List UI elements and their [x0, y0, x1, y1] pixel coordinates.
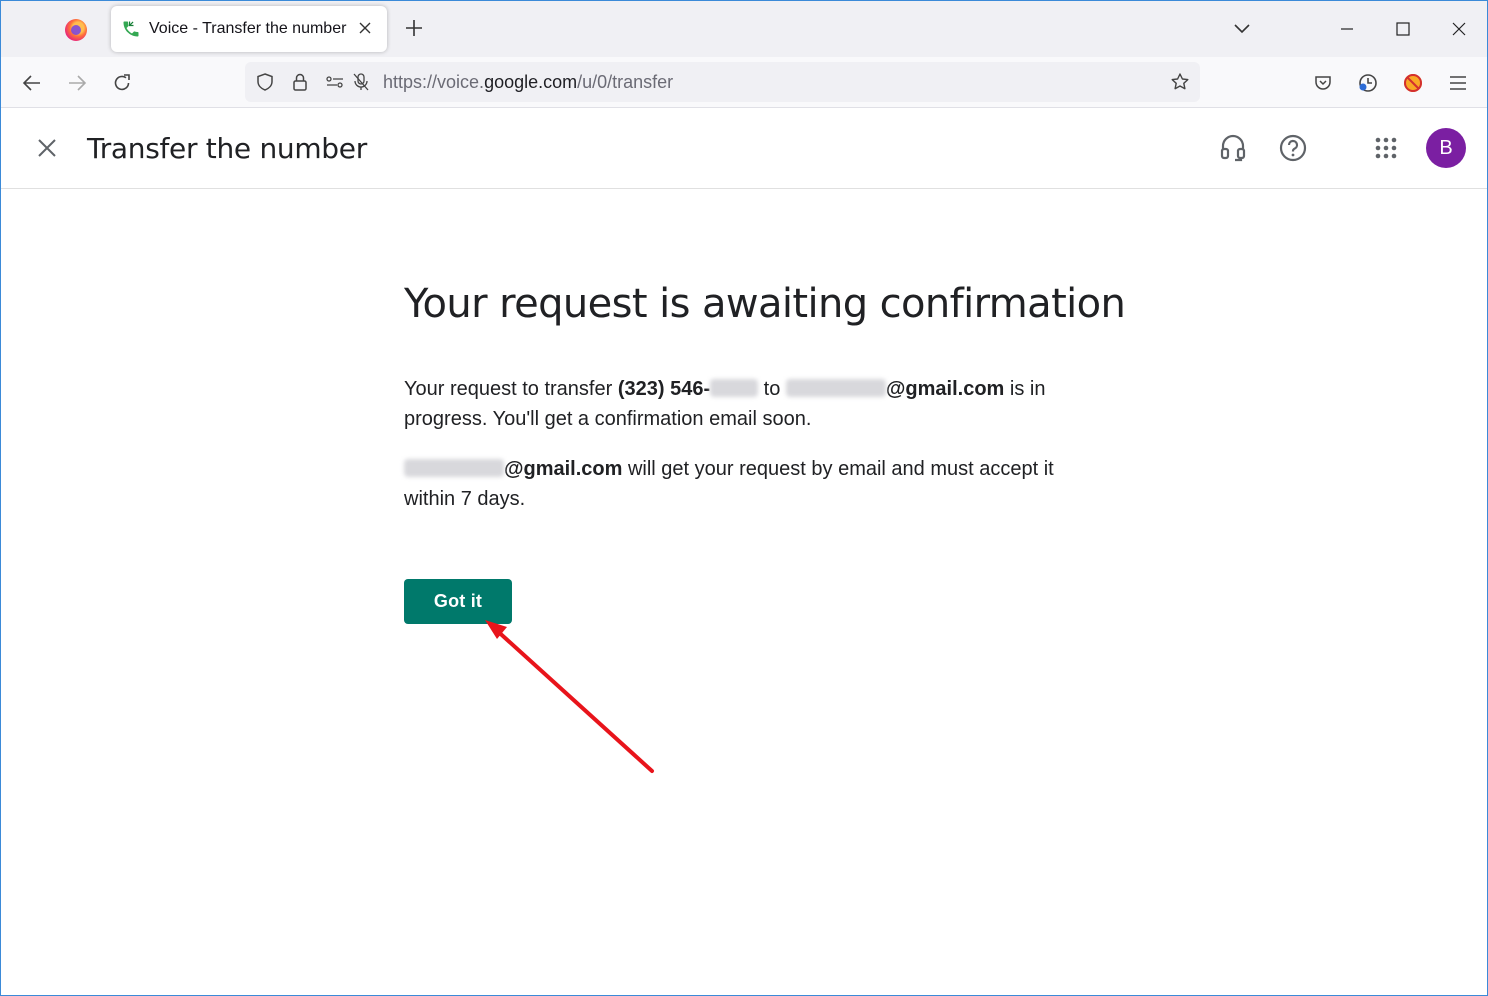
- app-header: Transfer the number B: [1, 108, 1487, 189]
- microphone-blocked-icon[interactable]: [350, 71, 372, 93]
- window-close-icon[interactable]: [1445, 15, 1473, 43]
- shield-icon[interactable]: [254, 71, 276, 93]
- firefox-logo-icon[interactable]: [65, 19, 87, 41]
- maximize-icon[interactable]: [1389, 15, 1417, 43]
- tab-close-icon[interactable]: [355, 18, 375, 38]
- hamburger-menu-icon[interactable]: [1444, 69, 1472, 97]
- apps-grid-icon[interactable]: [1370, 132, 1402, 164]
- forward-arrow-icon[interactable]: [63, 69, 91, 97]
- redacted-email-user-2: [404, 459, 504, 477]
- list-all-tabs-icon[interactable]: [1231, 17, 1253, 39]
- permissions-icon[interactable]: [324, 71, 346, 93]
- url-text[interactable]: https://voice.google.com/u/0/transfer: [383, 72, 673, 93]
- extension-blocked-icon[interactable]: [1399, 69, 1427, 97]
- annotation-arrow-icon: [485, 620, 654, 773]
- account-avatar[interactable]: B: [1426, 128, 1466, 168]
- new-tab-button[interactable]: [401, 15, 427, 41]
- url-bar[interactable]: https://voice.google.com/u/0/transfer: [245, 62, 1200, 102]
- phone-favicon-icon: [121, 19, 141, 39]
- redacted-email-user: [785, 379, 886, 397]
- recipient-email-domain-2: @gmail.com: [504, 458, 623, 480]
- nav-toolbar: https://voice.google.com/u/0/transfer: [1, 57, 1487, 108]
- help-icon[interactable]: [1277, 132, 1309, 164]
- url-domain: google.com: [484, 72, 578, 92]
- pocket-icon[interactable]: [1309, 69, 1337, 97]
- tab-title: Voice - Transfer the number: [149, 20, 347, 37]
- support-headset-icon[interactable]: [1217, 132, 1249, 164]
- tab-voice[interactable]: Voice - Transfer the number: [111, 6, 387, 52]
- page-title: Transfer the number: [87, 132, 367, 165]
- url-prefix: https://voice.: [383, 72, 485, 92]
- para1-text-start: Your request to transfer: [404, 378, 618, 400]
- bookmark-star-icon[interactable]: [1169, 71, 1191, 93]
- phone-number: (323) 546-: [617, 378, 711, 400]
- confirmation-heading: Your request is awaiting confirmation: [404, 281, 1126, 327]
- para1-text-to: to: [758, 378, 786, 400]
- back-arrow-icon[interactable]: [18, 69, 46, 97]
- close-icon[interactable]: [33, 134, 61, 162]
- main-content: Your request is awaiting confirmation Yo…: [404, 281, 1126, 510]
- browser-window: Voice - Transfer the number https://voic…: [0, 0, 1488, 996]
- minimize-icon[interactable]: [1333, 15, 1361, 43]
- url-path: /u/0/transfer: [577, 72, 674, 92]
- extension-clock-icon[interactable]: [1354, 69, 1382, 97]
- recipient-email-domain: @gmail.com: [885, 378, 1005, 400]
- lock-icon[interactable]: [289, 71, 311, 93]
- tab-strip: Voice - Transfer the number: [1, 1, 1487, 57]
- reload-icon[interactable]: [108, 69, 136, 97]
- transfer-status-paragraph: Your request to transfer (323) 546- to @…: [404, 374, 1084, 434]
- redacted-phone-digits: [710, 379, 759, 397]
- acceptance-paragraph: @gmail.com will get your request by emai…: [404, 454, 1084, 514]
